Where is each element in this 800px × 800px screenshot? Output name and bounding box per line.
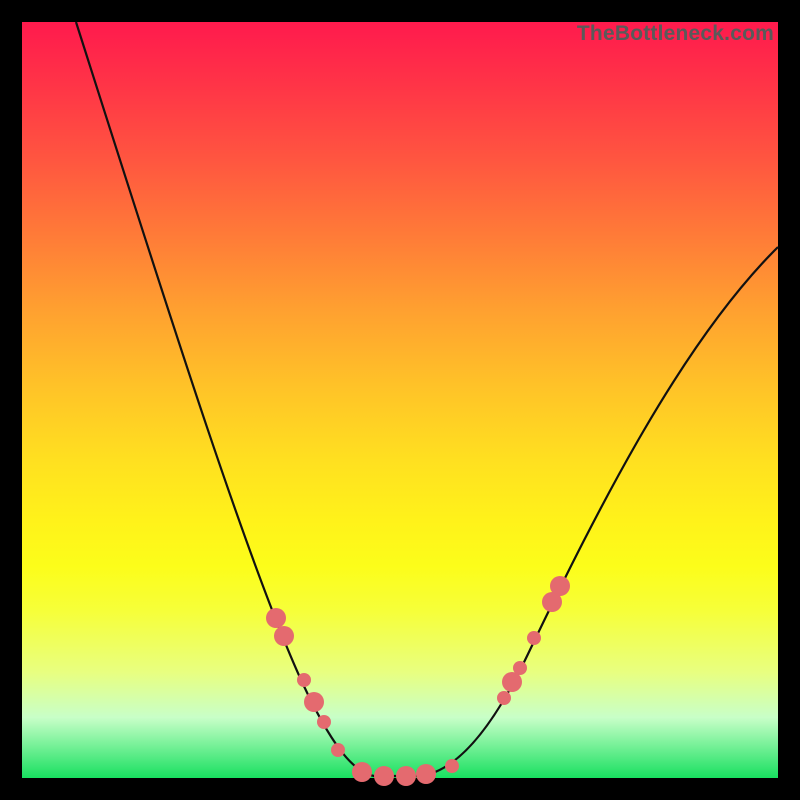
curve-marker xyxy=(396,766,416,786)
watermark-text: TheBottleneck.com xyxy=(577,22,774,46)
curve-marker xyxy=(331,743,345,757)
curve-marker xyxy=(416,764,436,784)
curve-marker xyxy=(317,715,331,729)
curve-marker xyxy=(497,691,511,705)
curve-marker xyxy=(445,759,459,773)
bottleneck-curve xyxy=(76,22,778,776)
curve-marker xyxy=(352,762,372,782)
curve-marker xyxy=(502,672,522,692)
plot-area xyxy=(22,22,778,778)
curve-marker xyxy=(550,576,570,596)
curve-marker xyxy=(527,631,541,645)
curve-marker xyxy=(513,661,527,675)
curve-marker xyxy=(304,692,324,712)
curve-marker xyxy=(274,626,294,646)
marker-group xyxy=(266,576,570,786)
chart-frame: TheBottleneck.com xyxy=(0,0,800,800)
curve-marker xyxy=(374,766,394,786)
curve-marker xyxy=(297,673,311,687)
curve-marker xyxy=(266,608,286,628)
curve-layer xyxy=(22,22,778,778)
